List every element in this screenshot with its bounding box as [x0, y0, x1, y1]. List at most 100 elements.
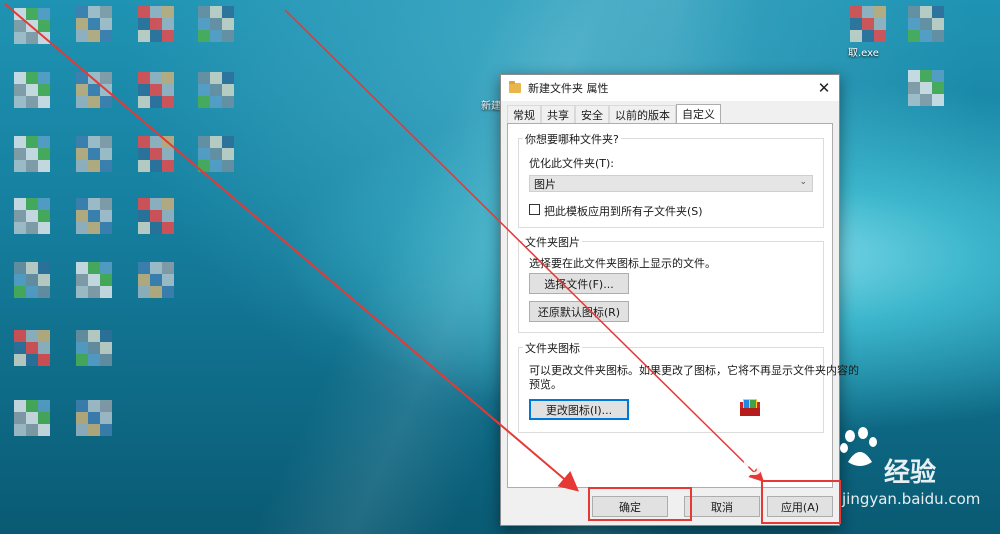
- paw-icon: [838, 426, 882, 470]
- apply-template-checkbox[interactable]: [529, 204, 540, 215]
- icon-pixel: [850, 18, 862, 30]
- icon-pixel: [88, 84, 100, 96]
- icon-pixel: [932, 70, 944, 82]
- desktop-app-icon[interactable]: [76, 262, 112, 298]
- desktop-app-icon[interactable]: [76, 136, 112, 172]
- tab-sharing[interactable]: 共享: [541, 105, 575, 123]
- icon-pixel: [26, 20, 38, 32]
- icon-pixel: [908, 18, 920, 30]
- icon-pixel: [222, 148, 234, 160]
- desktop-app-icon[interactable]: [14, 8, 50, 44]
- desktop-app-icon[interactable]: [138, 262, 174, 298]
- icon-pixel: [88, 6, 100, 18]
- desktop-app-icon[interactable]: [138, 6, 174, 42]
- icon-pixel: [14, 286, 26, 298]
- icon-pixel: [76, 342, 88, 354]
- desktop-app-icon[interactable]: [198, 72, 234, 108]
- icon-pixel: [100, 148, 112, 160]
- desktop-app-icon[interactable]: [14, 136, 50, 172]
- icon-pixel: [14, 354, 26, 366]
- tab-security[interactable]: 安全: [575, 105, 609, 123]
- desktop-app-icon[interactable]: [76, 330, 112, 366]
- icon-pixel: [76, 274, 88, 286]
- cancel-button[interactable]: 取消: [684, 496, 760, 517]
- tab-previous-versions[interactable]: 以前的版本: [609, 105, 676, 123]
- highlight-ok-box: [588, 487, 692, 521]
- icon-pixel: [88, 424, 100, 436]
- icon-pixel: [14, 160, 26, 172]
- icon-pixel: [150, 262, 162, 274]
- icon-pixel: [88, 330, 100, 342]
- desktop-app-icon[interactable]: [908, 70, 944, 106]
- icon-pixel: [210, 96, 222, 108]
- icon-pixel: [14, 210, 26, 222]
- icon-pixel: [100, 210, 112, 222]
- icon-pixel: [932, 6, 944, 18]
- icon-pixel: [932, 18, 944, 30]
- desktop-app-icon[interactable]: [76, 72, 112, 108]
- icon-pixel: [88, 96, 100, 108]
- restore-default-button[interactable]: 还原默认图标(R): [529, 301, 629, 322]
- title-bar[interactable]: 新建文件夹 属性 ✕: [501, 75, 839, 101]
- tab-general[interactable]: 常规: [507, 105, 541, 123]
- icon-pixel: [76, 72, 88, 84]
- desktop-app-icon[interactable]: [14, 400, 50, 436]
- icon-pixel: [38, 262, 50, 274]
- icon-pixel: [874, 30, 886, 42]
- icon-pixel: [38, 8, 50, 20]
- icon-pixel: [222, 160, 234, 172]
- icon-pixel: [100, 136, 112, 148]
- tab-strip: 常规 共享 安全 以前的版本 自定义: [507, 104, 721, 123]
- icon-pixel: [26, 96, 38, 108]
- icon-pixel: [26, 274, 38, 286]
- icon-pixel: [38, 412, 50, 424]
- icon-pixel: [76, 160, 88, 172]
- icon-pixel: [14, 198, 26, 210]
- icon-pixel: [76, 30, 88, 42]
- desktop-app-icon[interactable]: [198, 6, 234, 42]
- optimize-label: 优化此文件夹(T):: [529, 157, 615, 170]
- icon-pixel: [38, 20, 50, 32]
- icon-pixel: [38, 286, 50, 298]
- optimize-select[interactable]: 图片 ⌄: [529, 175, 813, 192]
- icon-pixel: [76, 148, 88, 160]
- icon-pixel: [26, 8, 38, 20]
- icon-pixel: [198, 136, 210, 148]
- icon-pixel: [38, 96, 50, 108]
- icon-pixel: [198, 96, 210, 108]
- icon-pixel: [138, 210, 150, 222]
- icon-pixel: [874, 18, 886, 30]
- tab-customize[interactable]: 自定义: [676, 104, 721, 123]
- desktop-app-icon[interactable]: [14, 72, 50, 108]
- desktop-app-icon[interactable]: [14, 262, 50, 298]
- folder-icon-description: 可以更改文件夹图标。如果更改了图标，它将不再显示文件夹内容的: [529, 364, 859, 377]
- desktop-app-icon[interactable]: [76, 198, 112, 234]
- desktop-app-icon[interactable]: [198, 136, 234, 172]
- desktop-app-icon[interactable]: [850, 6, 886, 42]
- desktop-app-icon[interactable]: [138, 72, 174, 108]
- chevron-down-icon: ⌄: [799, 177, 807, 187]
- icon-pixel: [138, 136, 150, 148]
- icon-pixel: [38, 32, 50, 44]
- desktop-app-icon[interactable]: [138, 136, 174, 172]
- choose-file-button[interactable]: 选择文件(F)...: [529, 273, 629, 294]
- icon-pixel: [222, 84, 234, 96]
- icon-pixel: [138, 286, 150, 298]
- desktop-app-icon[interactable]: [138, 198, 174, 234]
- icon-pixel: [88, 18, 100, 30]
- icon-pixel: [138, 96, 150, 108]
- icon-pixel: [88, 262, 100, 274]
- desktop-app-icon[interactable]: [14, 330, 50, 366]
- icon-pixel: [932, 94, 944, 106]
- desktop-app-icon[interactable]: [76, 400, 112, 436]
- icon-pixel: [198, 84, 210, 96]
- desktop-app-icon[interactable]: [908, 6, 944, 42]
- icon-pixel: [850, 6, 862, 18]
- customize-panel: 你想要哪种文件夹? 优化此文件夹(T): 图片 ⌄ 把此模板应用到所有子文件夹(…: [507, 123, 859, 488]
- icon-pixel: [150, 30, 162, 42]
- desktop-app-icon[interactable]: [14, 198, 50, 234]
- change-icon-button[interactable]: 更改图标(I)...: [529, 399, 629, 420]
- close-icon[interactable]: ✕: [809, 75, 839, 101]
- icon-pixel: [88, 72, 100, 84]
- desktop-app-icon[interactable]: [76, 6, 112, 42]
